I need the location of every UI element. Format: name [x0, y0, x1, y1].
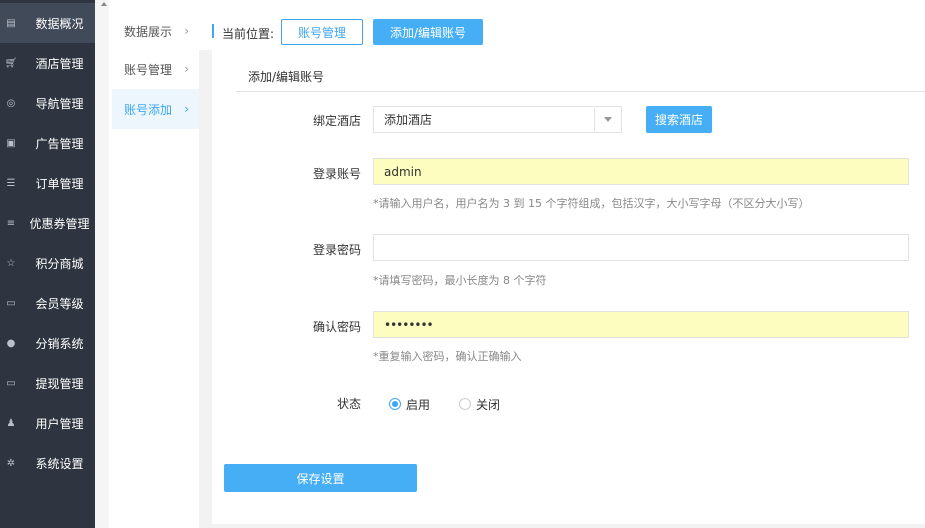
compass-icon: ◎	[6, 97, 16, 109]
chevron-right-icon: ›	[184, 62, 189, 76]
sidebar-item-withdraw[interactable]: ▭ 提现管理	[0, 363, 95, 403]
chevron-right-icon: ›	[184, 102, 189, 116]
location-label: 当前位置:	[222, 27, 275, 41]
sidebar-item-users[interactable]: ♟ 用户管理	[0, 403, 95, 443]
subnav-item-account-manage[interactable]: 账号管理 ›	[112, 49, 199, 89]
sidebar-item-points[interactable]: ☆ 积分商城	[0, 243, 95, 283]
location-marker	[212, 24, 214, 38]
sidebar-item-dashboard[interactable]: ▤ 数据概况	[0, 3, 95, 43]
money-icon: ▭	[6, 377, 16, 389]
hotel-label: 绑定酒店	[312, 114, 361, 128]
account-input[interactable]: admin	[373, 158, 909, 185]
money-icon: ▭	[6, 297, 16, 309]
sidebar-item-settings[interactable]: ✲ 系统设置	[0, 443, 95, 483]
scrollbar[interactable]	[95, 0, 109, 528]
confirm-password-label: 确认密码	[312, 320, 361, 334]
server-icon: ☰	[6, 177, 16, 189]
hotel-select[interactable]: 添加酒店	[373, 106, 622, 133]
breadcrumb-add-edit-account[interactable]: 添加/编辑账号	[373, 19, 483, 45]
sidebar-item-ads[interactable]: ▣ 广告管理	[0, 123, 95, 163]
list-icon: ≡	[6, 217, 16, 229]
confirm-password-input[interactable]: ••••••••	[373, 311, 909, 338]
password-input[interactable]	[373, 234, 909, 261]
main-sidebar: ▤ 数据概况 🛒︎ 酒店管理 ◎ 导航管理 ▣ 广告管理 ☰ 订单管理 ≡ 优惠…	[0, 0, 95, 528]
save-settings-button[interactable]: 保存设置	[224, 464, 417, 492]
sidebar-item-members[interactable]: ▭ 会员等级	[0, 283, 95, 323]
scroll-up-arrow-icon[interactable]	[101, 2, 107, 6]
sidebar-item-orders[interactable]: ☰ 订单管理	[0, 163, 95, 203]
password-hint: *请填写密码，最小长度为 8 个字符	[373, 274, 547, 287]
sidebar-item-coupons[interactable]: ≡ 优惠券管理	[0, 203, 95, 243]
select-divider	[594, 108, 595, 131]
account-hint: *请输入用户名，用户名为 3 到 15 个字符组成，包括汉字，大小写字母（不区分…	[373, 197, 810, 210]
search-hotel-button[interactable]: 搜索酒店	[646, 106, 712, 133]
confirm-password-value: ••••••••	[384, 317, 434, 332]
dashboard-icon: ▤	[6, 17, 16, 29]
subnav-item-data-display[interactable]: 数据展示 ›	[112, 11, 199, 51]
gear-icon: ✲	[6, 457, 16, 469]
chevron-down-icon[interactable]	[604, 117, 612, 122]
account-label: 登录账号	[312, 167, 361, 181]
breadcrumb-account-manage[interactable]: 账号管理	[281, 19, 363, 45]
sidebar-item-hotel[interactable]: 🛒︎ 酒店管理	[0, 43, 95, 83]
divider	[236, 91, 925, 92]
status-enable-label[interactable]: 启用	[406, 396, 430, 413]
user-icon: ♟	[6, 417, 16, 429]
status-enable-radio[interactable]	[389, 398, 401, 410]
status-disable-radio[interactable]	[459, 398, 471, 410]
confirm-password-hint: *重复输入密码，确认正确输入	[373, 350, 522, 363]
subnav-item-account-add[interactable]: 账号添加 ›	[112, 89, 199, 129]
star-icon: ☆	[6, 257, 16, 269]
sidebar-item-distribution[interactable]: ● 分销系统	[0, 323, 95, 363]
status-disable-label[interactable]: 关闭	[476, 396, 500, 413]
panel-title: 添加/编辑账号	[248, 70, 325, 84]
cart-icon: 🛒︎	[4, 57, 18, 69]
chevron-right-icon: ›	[184, 24, 189, 38]
hotel-select-value: 添加酒店	[384, 113, 433, 127]
password-label: 登录密码	[312, 243, 361, 257]
users-icon: ●	[6, 337, 16, 349]
status-label: 状态	[336, 397, 361, 411]
account-input-value: admin	[384, 164, 422, 179]
gift-icon: ▣	[6, 137, 16, 149]
sidebar-item-nav[interactable]: ◎ 导航管理	[0, 83, 95, 123]
